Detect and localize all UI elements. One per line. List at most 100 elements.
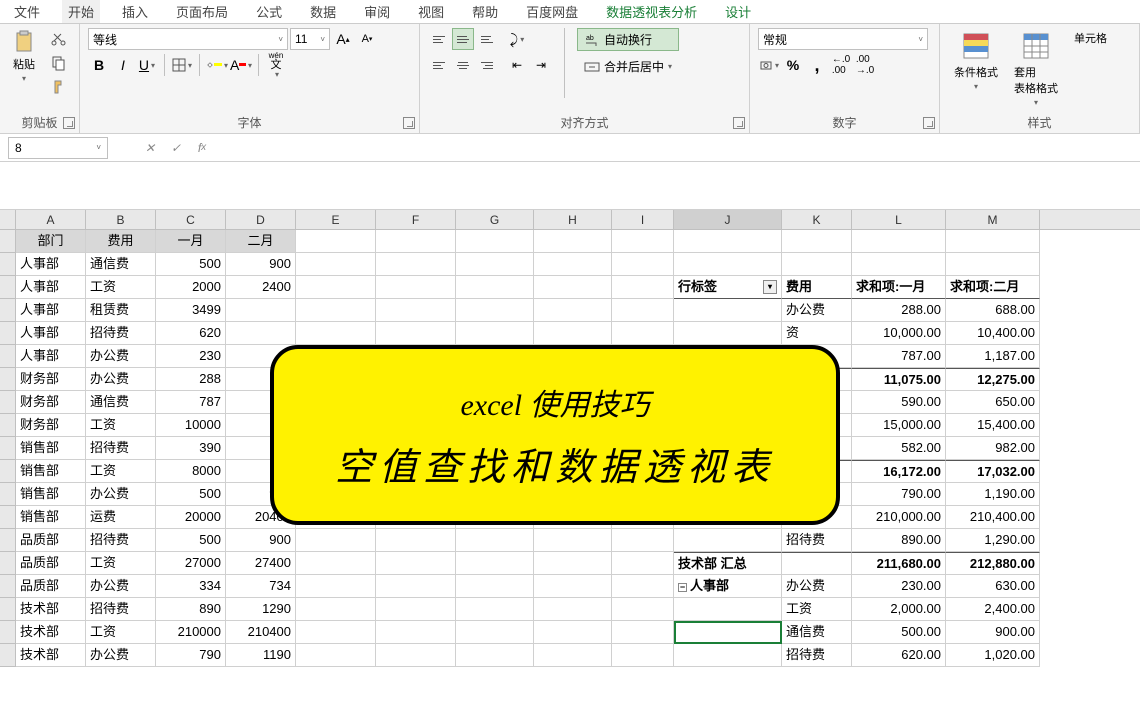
underline-button[interactable]: U [136,54,158,76]
cell[interactable]: 12,275.00 [946,368,1040,391]
cell[interactable]: 一月 [156,230,226,253]
cell[interactable] [534,276,612,299]
cell[interactable] [782,552,852,575]
tab-formulas[interactable]: 公式 [250,0,288,23]
tab-review[interactable]: 审阅 [358,0,396,23]
cancel-formula-button[interactable]: ✕ [138,137,162,159]
cell[interactable] [612,322,674,345]
cell[interactable]: 11,075.00 [852,368,946,391]
col-header-K[interactable]: K [782,210,852,229]
cell[interactable]: 工资 [86,460,156,483]
cell[interactable]: 通信费 [782,621,852,644]
cell[interactable]: 2400 [226,276,296,299]
cell[interactable]: 620.00 [852,644,946,667]
cell[interactable]: 2,400.00 [946,598,1040,621]
cell[interactable]: 办公费 [86,644,156,667]
cell[interactable]: 人事部 [16,299,86,322]
cut-button[interactable] [48,28,70,50]
col-header-F[interactable]: F [376,210,456,229]
comma-button[interactable]: , [806,54,828,76]
cell[interactable]: 人事部 [16,253,86,276]
cell[interactable] [296,299,376,322]
currency-button[interactable] [758,54,780,76]
cell[interactable]: 15,000.00 [852,414,946,437]
cell[interactable]: 1,187.00 [946,345,1040,368]
cell[interactable] [612,575,674,598]
cell[interactable]: −人事部 [674,575,782,598]
cell[interactable] [534,644,612,667]
cell[interactable] [534,322,612,345]
formula-bar[interactable] [214,137,1140,159]
cell[interactable] [612,276,674,299]
cell[interactable]: 790 [156,644,226,667]
col-header-B[interactable]: B [86,210,156,229]
cell[interactable]: 财务部 [16,368,86,391]
cell[interactable] [946,253,1040,276]
cell[interactable]: 900.00 [946,621,1040,644]
cell[interactable] [612,552,674,575]
cell[interactable]: 211,680.00 [852,552,946,575]
cell[interactable] [534,230,612,253]
cell[interactable] [226,299,296,322]
cell[interactable]: 资 [782,322,852,345]
cell[interactable]: 20000 [156,506,226,529]
cell[interactable]: 通信费 [86,253,156,276]
cell[interactable]: 品质部 [16,575,86,598]
col-header-J[interactable]: J [674,210,782,229]
cell[interactable] [456,322,534,345]
percent-button[interactable]: % [782,54,804,76]
cell[interactable]: 1290 [226,598,296,621]
cell[interactable] [376,253,456,276]
cell[interactable]: 办公费 [86,368,156,391]
cell[interactable] [376,621,456,644]
cell[interactable]: 办公费 [86,345,156,368]
cell[interactable]: 8000 [156,460,226,483]
cell[interactable] [534,529,612,552]
cell[interactable] [612,230,674,253]
cell[interactable]: 27400 [226,552,296,575]
fill-color-button[interactable] [206,54,228,76]
number-launcher[interactable] [923,117,935,129]
col-header-H[interactable]: H [534,210,612,229]
cell[interactable]: 582.00 [852,437,946,460]
cell[interactable]: 技术部 汇总 [674,552,782,575]
cell[interactable]: 890 [156,598,226,621]
italic-button[interactable]: I [112,54,134,76]
cell[interactable] [674,644,782,667]
col-header-D[interactable]: D [226,210,296,229]
cell[interactable]: 销售部 [16,437,86,460]
tab-design[interactable]: 设计 [719,0,757,23]
tab-insert[interactable]: 插入 [116,0,154,23]
cell[interactable] [946,230,1040,253]
col-header-G[interactable]: G [456,210,534,229]
cell[interactable]: 行标签▾ [674,276,782,299]
cell[interactable] [534,575,612,598]
cell[interactable]: 500 [156,529,226,552]
cell[interactable] [534,253,612,276]
cell[interactable] [296,253,376,276]
cell[interactable]: 1,190.00 [946,483,1040,506]
cell[interactable]: 1,020.00 [946,644,1040,667]
cell[interactable]: 230 [156,345,226,368]
cell[interactable]: 210000 [156,621,226,644]
cell[interactable]: 品质部 [16,529,86,552]
cell[interactable]: 办公费 [782,299,852,322]
conditional-format-button[interactable]: 条件格式▾ [948,28,1004,93]
cell[interactable]: 3499 [156,299,226,322]
cell[interactable]: 27000 [156,552,226,575]
format-painter-button[interactable] [48,76,70,98]
cell[interactable]: 500 [156,483,226,506]
cell[interactable]: 288.00 [852,299,946,322]
cell[interactable] [226,322,296,345]
cell[interactable]: 求和项:二月 [946,276,1040,299]
cell[interactable] [296,552,376,575]
tab-layout[interactable]: 页面布局 [170,0,234,23]
cell[interactable]: 210,400.00 [946,506,1040,529]
align-center-button[interactable] [452,54,474,76]
accept-formula-button[interactable]: ✓ [164,137,188,159]
cell[interactable]: 17,032.00 [946,460,1040,483]
cell[interactable]: 10000 [156,414,226,437]
fx-button[interactable]: fx [190,137,214,159]
cell[interactable]: 500.00 [852,621,946,644]
cell[interactable]: 16,172.00 [852,460,946,483]
